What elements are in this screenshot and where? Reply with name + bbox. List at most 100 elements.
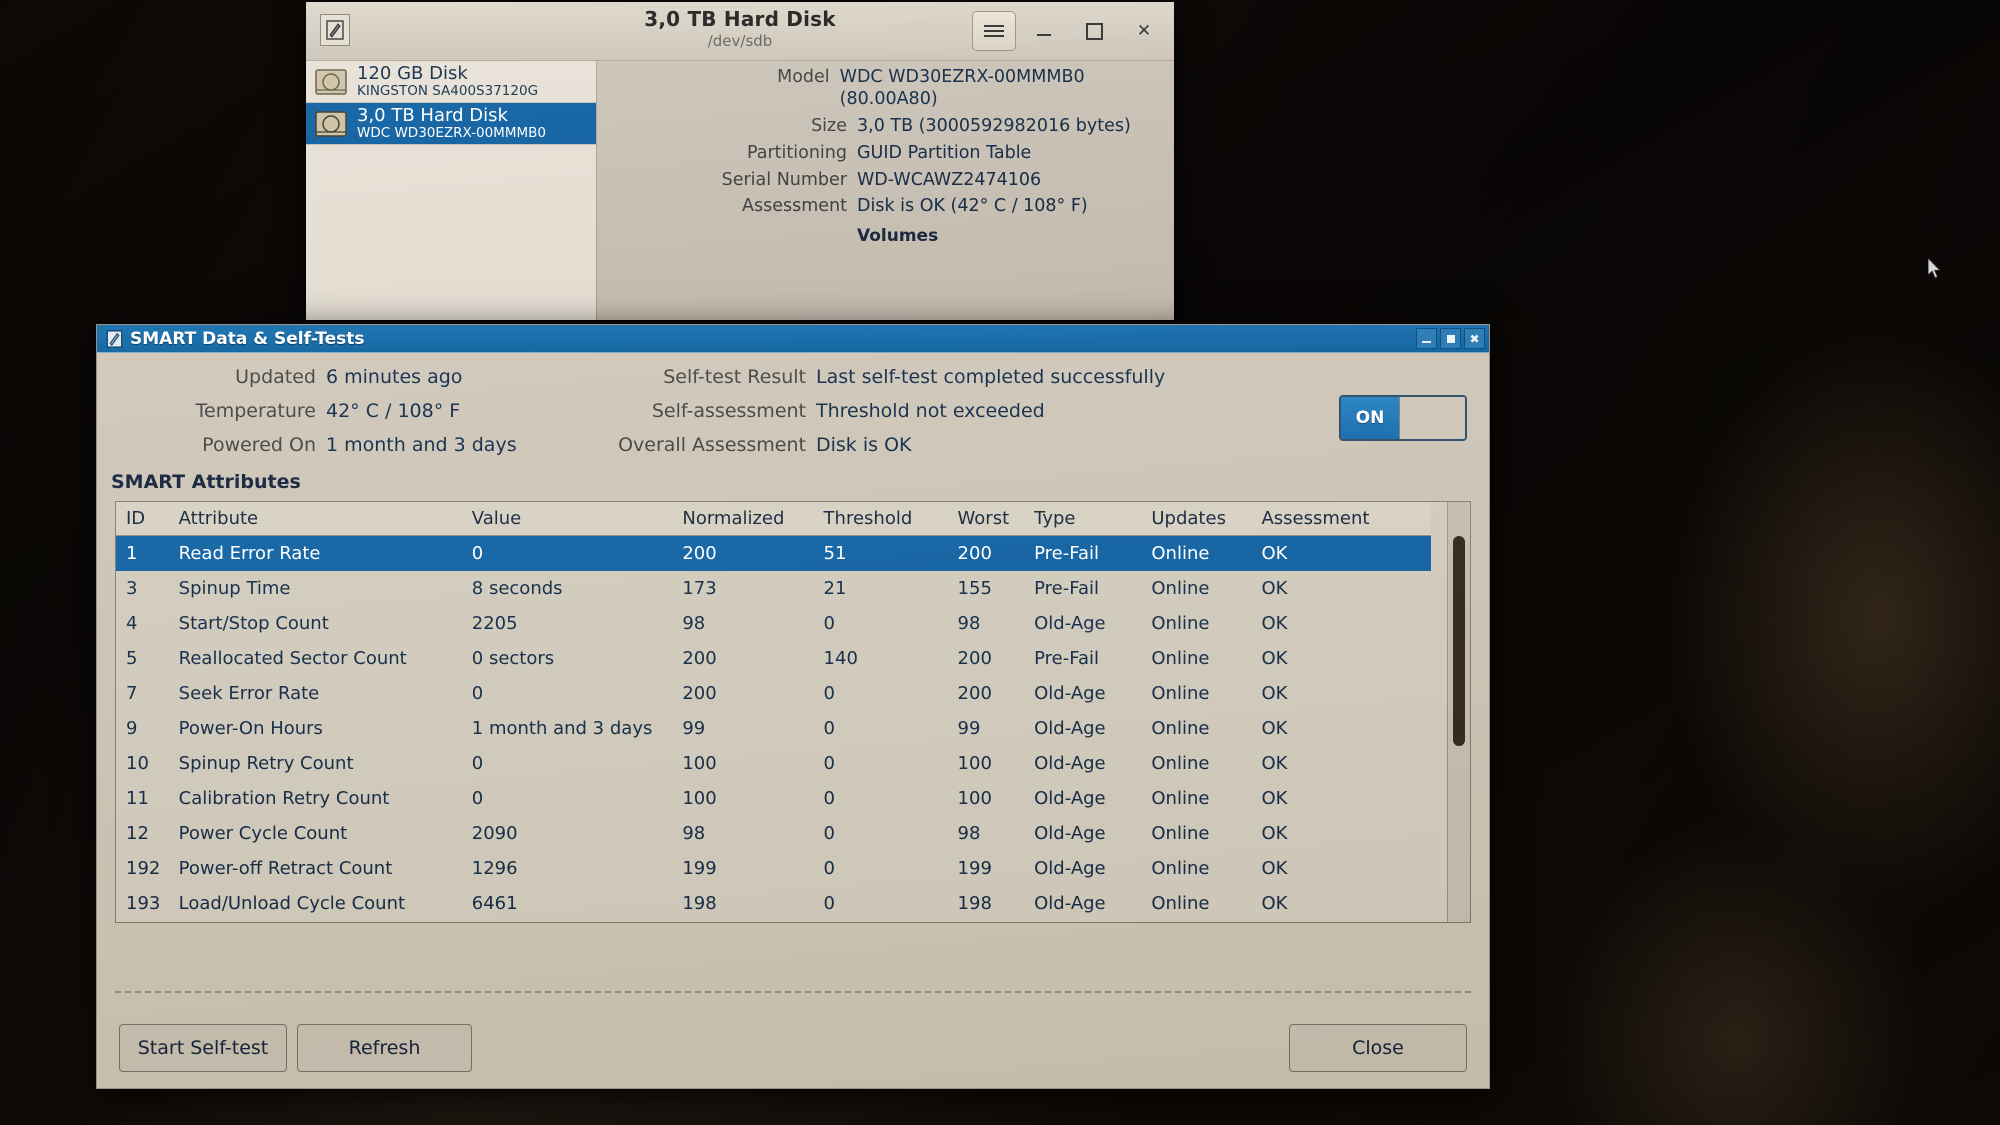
cell-id: 192 (126, 858, 161, 880)
detail-value: Disk is OK (42° C / 108° F) (857, 196, 1088, 217)
table-row[interactable]: 3 Spinup Time 8 seconds 173 21 155 Pre-Fail Onl… (116, 571, 1431, 606)
toggle-off-track (1399, 397, 1465, 439)
cell-value: 8 seconds (471, 577, 563, 599)
table-row[interactable]: 7 Seek Error Rate 0 200 0 200 Old-Age Online OK (116, 676, 1431, 711)
close-icon[interactable]: ✖ (1464, 328, 1485, 349)
disk-list-item-1[interactable]: 3,0 TB Hard Disk WDC WD30EZRX-00MMMB0 (306, 103, 596, 145)
cell-value: 0 (461, 535, 673, 571)
cell-value: 6461 (471, 893, 518, 915)
cell-id: 5 (126, 647, 138, 669)
cell-assessment: OK (1261, 647, 1288, 669)
cell-id: 9 (126, 717, 138, 739)
table-row[interactable]: 5 Reallocated Sector Count 0 sectors 200 140… (116, 641, 1431, 676)
start-self-test-button[interactable]: Start Self-test (119, 1024, 287, 1072)
summary-value: Last self-test completed successfully (816, 366, 1166, 388)
cell-assessment: OK (1261, 577, 1288, 599)
cell-normalized: 98 (682, 823, 706, 845)
table-row[interactable]: 4 Start/Stop Count 2205 98 0 98 Old-Age Online O… (116, 606, 1431, 641)
column-header-value[interactable]: Value (461, 501, 673, 537)
detail-value: 3,0 TB (3000592982016 bytes) (857, 115, 1131, 136)
table-row[interactable]: 1 Read Error Rate 0 200 51 200 Pre-Fail Online O… (116, 535, 1431, 571)
smart-dialog-titlebar: SMART Data & Self-Tests ✖ (97, 325, 1489, 353)
summary-row-updated: Updated 6 minutes ago (101, 366, 531, 389)
hamburger-menu-icon[interactable] (972, 11, 1016, 51)
cell-updates: Online (1151, 577, 1210, 599)
cell-value: 0 sectors (471, 647, 555, 669)
refresh-button[interactable]: Refresh (297, 1024, 472, 1072)
cell-attribute: Load/Unload Cycle Count (178, 893, 406, 915)
table-row[interactable]: 9 Power-On Hours 1 month and 3 days 99 0 99 Ol… (116, 711, 1431, 746)
smart-dialog-window: SMART Data & Self-Tests ✖ Updated 6 minu… (96, 324, 1490, 1089)
cell-normalized: 200 (682, 682, 717, 704)
summary-value: 42° C / 108° F (326, 399, 461, 422)
disks-main-window: 3,0 TB Hard Disk /dev/sdb ✕ 120 GB Disk … (306, 2, 1174, 320)
column-header-type[interactable]: Type (1024, 501, 1142, 537)
table-row[interactable]: 11 Calibration Retry Count 0 100 0 100 Old-Age… (116, 781, 1431, 816)
cell-attribute: Power Cycle Count (178, 823, 348, 845)
cell-threshold: 0 (823, 823, 835, 845)
close-button[interactable]: Close (1289, 1024, 1467, 1072)
cell-threshold: 0 (823, 682, 835, 704)
cell-worst: 100 (957, 753, 992, 775)
cell-attribute: Calibration Retry Count (178, 788, 390, 810)
summary-key: Powered On (202, 433, 316, 456)
cell-normalized: 99 (682, 717, 706, 739)
cell-worst: 200 (957, 647, 992, 669)
cell-normalized: 173 (682, 577, 717, 599)
summary-key: Overall Assessment (618, 433, 806, 456)
cell-assessment: OK (1261, 788, 1288, 810)
smart-summary: Updated 6 minutes ago Temperature 42° C … (97, 366, 1489, 469)
cell-type: Pre-Fail (1024, 535, 1142, 571)
attributes-scrollbar-thumb[interactable] (1453, 535, 1465, 746)
cell-threshold: 0 (823, 753, 835, 775)
minimize-icon[interactable] (1416, 328, 1437, 349)
smart-power-toggle[interactable]: ON (1339, 395, 1467, 441)
cell-assessment: OK (1251, 535, 1431, 571)
cell-threshold: 51 (813, 535, 948, 571)
detail-row-model: Model WDC WD30EZRX-00MMMB0 (80.00A80) (597, 67, 1164, 111)
summary-key: Self-assessment (651, 399, 806, 422)
column-header-updates[interactable]: Updates (1141, 501, 1252, 537)
cell-worst: 199 (957, 858, 992, 880)
maximize-icon[interactable] (1440, 328, 1461, 349)
cell-attribute: Seek Error Rate (178, 682, 320, 704)
toggle-on-label: ON (1341, 397, 1399, 439)
smart-attributes-rows: 1 Read Error Rate 0 200 51 200 Pre-Fail Online O… (116, 535, 1431, 922)
disk-list-item-0[interactable]: 120 GB Disk KINGSTON SA400S37120G (306, 61, 596, 103)
detail-value: GUID Partition Table (857, 142, 1032, 163)
cell-type: Old-Age (1034, 682, 1106, 704)
detail-key: Model (777, 67, 830, 87)
close-icon[interactable]: ✕ (1122, 12, 1166, 50)
detail-row-size: Size 3,0 TB (3000592982016 bytes) (597, 116, 1164, 138)
column-header-threshold[interactable]: Threshold (813, 501, 948, 537)
table-row[interactable]: 193 Load/Unload Cycle Count 6461 198 0 198 Old… (116, 886, 1431, 921)
table-row[interactable]: 10 Spinup Retry Count 0 100 0 100 Old-Age Onlin… (116, 746, 1431, 781)
maximize-icon[interactable] (1072, 12, 1116, 50)
cell-worst: 200 (947, 535, 1025, 571)
cell-threshold: 0 (823, 717, 835, 739)
column-header-worst[interactable]: Worst (947, 501, 1025, 537)
cell-value: 1 month and 3 days (471, 717, 653, 739)
cell-threshold: 21 (823, 577, 847, 599)
cell-worst: 98 (957, 823, 981, 845)
table-row[interactable]: 12 Power Cycle Count 2090 98 0 98 Old-Age Onlin… (116, 816, 1431, 851)
cell-threshold: 140 (823, 647, 858, 669)
cell-updates: Online (1151, 858, 1210, 880)
volumes-heading: Volumes (857, 226, 939, 247)
hard-disk-icon (315, 110, 347, 137)
column-header-id[interactable]: ID (116, 501, 169, 537)
minimize-icon[interactable] (1022, 12, 1066, 50)
column-header-normalized[interactable]: Normalized (672, 501, 814, 537)
detail-row-assessment: Assessment Disk is OK (42° C / 108° F) (597, 196, 1164, 218)
column-header-assessment[interactable]: Assessment (1251, 501, 1431, 537)
detail-key: Assessment (742, 196, 847, 217)
disks-app-icon (104, 329, 124, 349)
smart-dialog-body: Updated 6 minutes ago Temperature 42° C … (97, 353, 1489, 1088)
attributes-scrollbar[interactable] (1447, 501, 1470, 922)
column-header-attribute[interactable]: Attribute (168, 501, 462, 537)
cell-normalized: 100 (682, 753, 717, 775)
table-row[interactable]: 192 Power-off Retract Count 1296 199 0 199 Old… (116, 851, 1431, 886)
cell-value: 0 (471, 788, 484, 810)
disks-titlebar: 3,0 TB Hard Disk /dev/sdb ✕ (306, 2, 1174, 61)
summary-key: Temperature (195, 399, 316, 422)
